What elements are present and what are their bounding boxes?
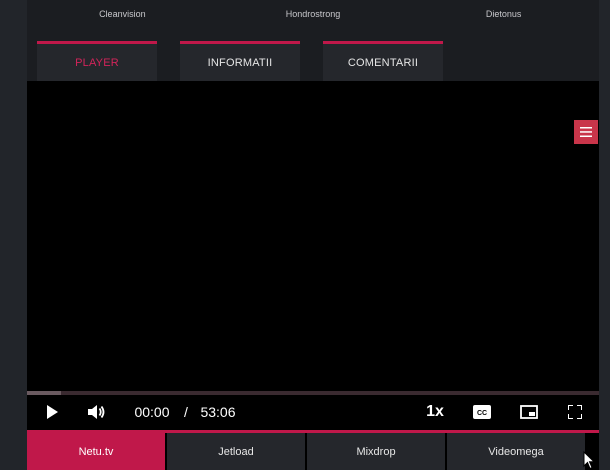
tab-player[interactable]: PLAYER bbox=[37, 41, 157, 81]
play-icon[interactable] bbox=[43, 399, 61, 425]
current-time: 00:00 bbox=[134, 404, 170, 420]
server-videomega[interactable]: Videomega bbox=[447, 433, 585, 470]
progress-bar[interactable] bbox=[27, 391, 599, 395]
server-netu[interactable]: Netu.tv bbox=[27, 433, 165, 470]
content-tabs: PLAYER INFORMATII COMENTARII bbox=[37, 41, 443, 81]
captions-icon[interactable]: CC bbox=[471, 399, 493, 425]
mouse-cursor-icon bbox=[583, 450, 596, 470]
server-mixdrop[interactable]: Mixdrop bbox=[307, 433, 445, 470]
top-link-hondrostrong[interactable]: Hondrostrong bbox=[218, 0, 409, 30]
server-list: Netu.tv Jetload Mixdrop Videomega bbox=[27, 430, 599, 470]
tab-comentarii[interactable]: COMENTARII bbox=[323, 41, 443, 81]
time-separator: / bbox=[184, 404, 188, 420]
volume-icon[interactable] bbox=[87, 399, 107, 425]
top-link-dietonus[interactable]: Dietonus bbox=[408, 0, 599, 30]
duration: 53:06 bbox=[200, 404, 236, 420]
svg-text:CC: CC bbox=[477, 410, 487, 417]
playback-speed[interactable]: 1x bbox=[423, 399, 447, 425]
tab-informatii[interactable]: INFORMATII bbox=[180, 41, 300, 81]
player-controls: 00:00 / 53:06 1x CC bbox=[27, 399, 599, 425]
video-player[interactable]: 00:00 / 53:06 1x CC bbox=[27, 81, 599, 430]
fullscreen-icon[interactable] bbox=[564, 399, 586, 425]
menu-icon[interactable] bbox=[574, 120, 598, 144]
buffered-bar bbox=[27, 391, 62, 395]
top-link-cleanvision[interactable]: Cleanvision bbox=[27, 0, 218, 30]
picture-in-picture-icon[interactable] bbox=[518, 399, 540, 425]
sponsored-links: Cleanvision Hondrostrong Dietonus bbox=[27, 0, 599, 30]
server-jetload[interactable]: Jetload bbox=[167, 433, 305, 470]
player-page: Cleanvision Hondrostrong Dietonus PLAYER… bbox=[27, 0, 599, 470]
